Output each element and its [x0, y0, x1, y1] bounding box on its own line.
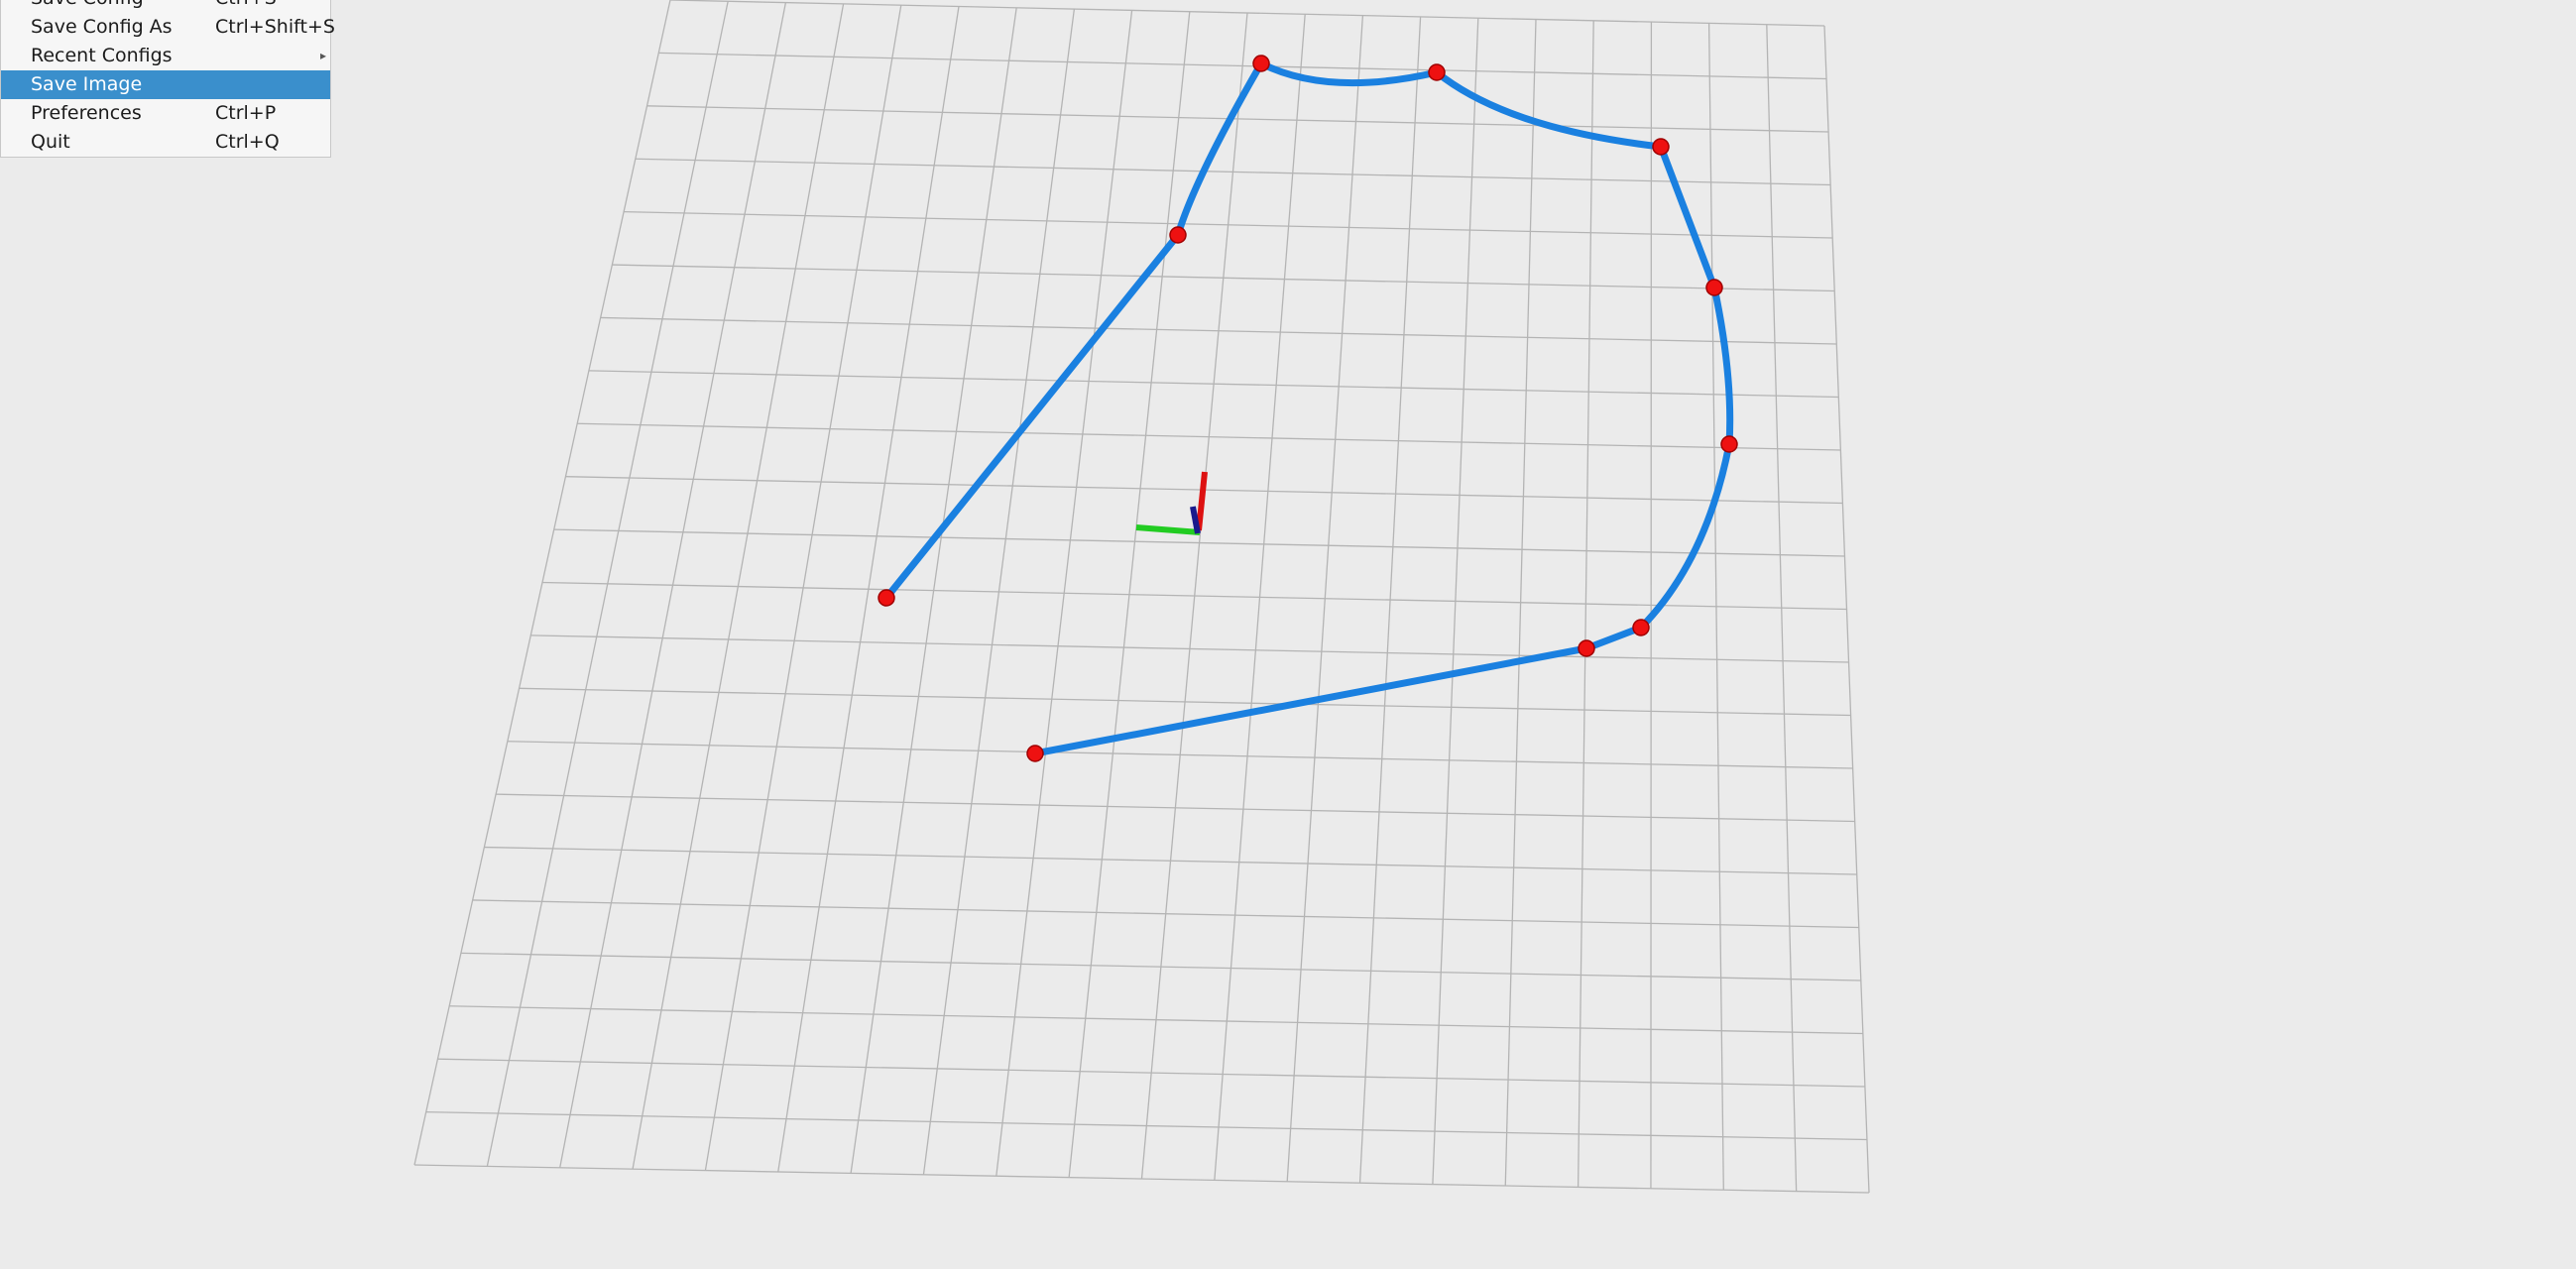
grid-line-horizontal: [669, 0, 1825, 27]
menu-item-label: Quit: [31, 131, 70, 153]
waypoint-marker[interactable]: [1252, 55, 1270, 72]
menu-item-label: Save Config As: [31, 16, 173, 38]
waypoint-marker[interactable]: [1652, 138, 1670, 156]
menu-item-shortcut: Ctrl+S: [215, 0, 277, 13]
3d-viewport[interactable]: [0, 0, 2576, 1269]
scene-svg: [413, 0, 1870, 1194]
menu-item-shortcut: Ctrl+Q: [215, 131, 280, 153]
grid-plane: [413, 0, 1870, 1194]
menu-item-shortcut: Ctrl+Shift+S: [215, 16, 335, 38]
menu-item-preferences[interactable]: Preferences Ctrl+P: [1, 99, 330, 128]
origin-axes: [1135, 471, 1208, 535]
menu-item-quit[interactable]: Quit Ctrl+Q: [1, 128, 330, 157]
menu-item-label: Recent Configs: [31, 45, 173, 66]
y-axis-green: [1135, 524, 1201, 535]
menu-item-recent-configs[interactable]: Recent Configs ▸: [1, 42, 330, 70]
waypoint-marker[interactable]: [1720, 435, 1738, 453]
waypoint-marker[interactable]: [1428, 63, 1446, 81]
menu-item-shortcut: Ctrl+P: [215, 102, 277, 124]
menu-item-save-image[interactable]: Save Image: [1, 70, 330, 99]
menu-item-save-config-as[interactable]: Save Config As Ctrl+Shift+S: [1, 13, 335, 42]
waypoint-markers: [878, 55, 1738, 762]
rviz-window: Save ConfigCtrl+S Save Config As Ctrl+Shif…: [0, 0, 2576, 1269]
file-menu: Save ConfigCtrl+S Save Config As Ctrl+Shif…: [0, 0, 335, 158]
waypoint-marker[interactable]: [1169, 226, 1187, 244]
chevron-right-icon: ▸: [319, 49, 326, 62]
menu-item-label: Preferences: [31, 102, 142, 124]
menu-item-save-config[interactable]: Save ConfigCtrl+S: [1, 0, 330, 13]
menu-item-label: Save Config: [31, 0, 215, 13]
waypoint-marker[interactable]: [878, 589, 895, 607]
x-axis-red: [1196, 471, 1208, 531]
menu-item-label: Save Image: [31, 73, 143, 95]
waypoint-marker[interactable]: [1578, 639, 1595, 657]
waypoint-marker[interactable]: [1026, 745, 1044, 762]
waypoint-marker[interactable]: [1632, 619, 1650, 636]
waypoint-marker[interactable]: [1705, 279, 1723, 296]
